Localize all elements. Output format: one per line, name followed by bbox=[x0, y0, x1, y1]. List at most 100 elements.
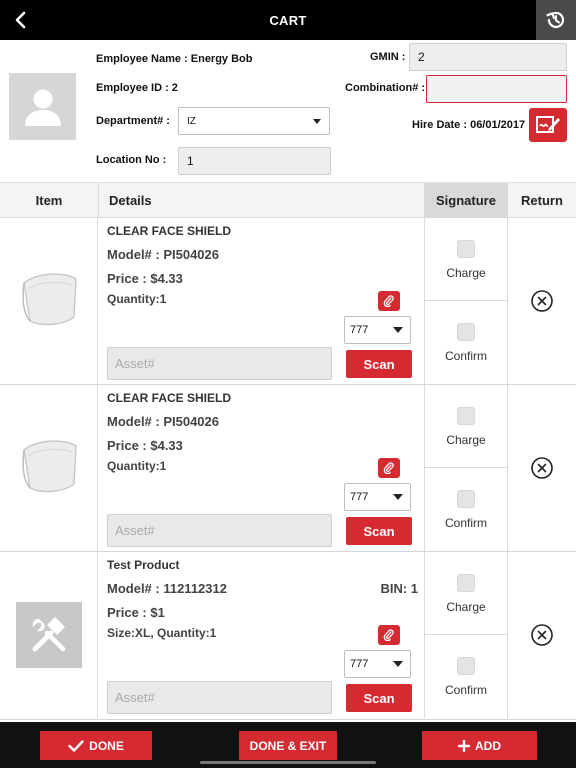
paperclip-icon bbox=[383, 629, 394, 641]
table-row: CLEAR FACE SHIELD Model# : PI504026 Pric… bbox=[0, 385, 576, 552]
face-shield-icon bbox=[21, 440, 77, 493]
item-dropdown[interactable]: 777 bbox=[344, 650, 411, 678]
item-bin: BIN: 1 bbox=[380, 581, 418, 596]
department-label: Department# : bbox=[96, 115, 170, 127]
item-model: Model# : PI504026 bbox=[107, 247, 219, 262]
item-image bbox=[0, 218, 98, 384]
done-button[interactable]: DONE bbox=[40, 731, 152, 760]
confirm-option[interactable]: Confirm bbox=[425, 301, 507, 384]
location-field[interactable]: 1 bbox=[178, 147, 331, 175]
confirm-label: Confirm bbox=[444, 516, 487, 530]
charge-label: Charge bbox=[446, 600, 486, 614]
table-header: Item Details Signature Return bbox=[0, 182, 576, 218]
home-indicator bbox=[200, 761, 376, 764]
charge-option[interactable]: Charge bbox=[425, 218, 507, 301]
history-button[interactable] bbox=[536, 0, 576, 40]
item-name: CLEAR FACE SHIELD bbox=[107, 391, 232, 405]
employee-panel: Employee Name : Energy Bob Employee ID :… bbox=[0, 40, 576, 182]
charge-checkbox[interactable] bbox=[457, 407, 475, 425]
charge-label: Charge bbox=[446, 433, 486, 447]
item-model: Model# : 112112312 bbox=[107, 581, 227, 596]
item-price: Price : $1 bbox=[107, 605, 165, 620]
charge-option[interactable]: Charge bbox=[425, 552, 507, 635]
asset-input[interactable]: Asset# bbox=[107, 347, 332, 380]
item-dropdown[interactable]: 777 bbox=[344, 483, 411, 511]
item-name: Test Product bbox=[107, 558, 180, 572]
paperclip-icon bbox=[383, 295, 394, 307]
charge-checkbox[interactable] bbox=[457, 240, 475, 258]
done-exit-label: DONE & EXIT bbox=[249, 738, 327, 753]
table-row: CLEAR FACE SHIELD Model# : PI504026 Pric… bbox=[0, 218, 576, 385]
caret-down-icon bbox=[313, 118, 321, 124]
charge-option[interactable]: Charge bbox=[425, 385, 507, 468]
item-details: CLEAR FACE SHIELD Model# : PI504026 Pric… bbox=[98, 218, 424, 384]
tools-placeholder bbox=[15, 602, 82, 668]
table-row: Test Product Model# : 112112312 BIN: 1 P… bbox=[0, 552, 576, 720]
department-select[interactable]: IZ bbox=[178, 107, 330, 135]
signature-cell: Charge Confirm bbox=[424, 385, 508, 551]
history-icon bbox=[546, 11, 565, 29]
caret-down-icon bbox=[393, 494, 403, 500]
return-cell bbox=[508, 218, 576, 384]
return-cell bbox=[508, 552, 576, 718]
top-bar: CART bbox=[0, 0, 576, 40]
gmin-label: GMIN : bbox=[370, 51, 406, 63]
signature-cell: Charge Confirm bbox=[424, 552, 508, 718]
item-dropdown-value: 777 bbox=[350, 324, 369, 336]
charge-label: Charge bbox=[446, 266, 486, 280]
avatar bbox=[9, 73, 76, 140]
item-quantity: Size:XL, Quantity:1 bbox=[107, 626, 217, 640]
gmin-field[interactable]: 2 bbox=[409, 43, 567, 71]
add-button[interactable]: ADD bbox=[422, 731, 537, 760]
confirm-checkbox[interactable] bbox=[457, 490, 475, 508]
item-image bbox=[0, 385, 98, 551]
plus-icon bbox=[458, 739, 470, 752]
item-dropdown[interactable]: 777 bbox=[344, 316, 411, 344]
remove-circle-icon[interactable] bbox=[530, 623, 554, 647]
caret-down-icon bbox=[393, 661, 403, 667]
item-details: CLEAR FACE SHIELD Model# : PI504026 Pric… bbox=[98, 385, 424, 551]
column-item: Item bbox=[35, 193, 63, 208]
employee-name: Employee Name : Energy Bob bbox=[96, 53, 253, 65]
column-signature: Signature bbox=[424, 183, 508, 218]
paperclip-icon bbox=[383, 462, 394, 474]
confirm-checkbox[interactable] bbox=[457, 657, 475, 675]
confirm-option[interactable]: Confirm bbox=[425, 468, 507, 551]
asset-input[interactable]: Asset# bbox=[107, 514, 332, 547]
scan-button[interactable]: Scan bbox=[346, 517, 412, 545]
item-quantity: Quantity:1 bbox=[107, 459, 167, 473]
confirm-option[interactable]: Confirm bbox=[425, 635, 507, 718]
charge-checkbox[interactable] bbox=[457, 574, 475, 592]
department-value: IZ bbox=[187, 115, 196, 127]
scan-button[interactable]: Scan bbox=[346, 684, 412, 712]
item-price: Price : $4.33 bbox=[107, 271, 183, 286]
remove-circle-icon[interactable] bbox=[530, 289, 554, 313]
remove-circle-icon[interactable] bbox=[530, 456, 554, 480]
combination-field[interactable] bbox=[426, 75, 567, 103]
item-quantity: Quantity:1 bbox=[107, 292, 167, 306]
confirm-label: Confirm bbox=[444, 683, 487, 697]
user-icon bbox=[24, 89, 61, 126]
item-dropdown-value: 777 bbox=[350, 491, 369, 503]
signature-cell: Charge Confirm bbox=[424, 218, 508, 384]
item-details: Test Product Model# : 112112312 BIN: 1 P… bbox=[98, 552, 424, 718]
item-dropdown-value: 777 bbox=[350, 658, 369, 670]
return-cell bbox=[508, 385, 576, 551]
tools-icon bbox=[32, 617, 65, 652]
attach-button[interactable] bbox=[378, 291, 400, 311]
employee-id: Employee ID : 2 bbox=[96, 82, 178, 94]
done-exit-button[interactable]: DONE & EXIT bbox=[239, 731, 337, 760]
combination-label: Combination# : bbox=[345, 82, 426, 94]
attach-button[interactable] bbox=[378, 625, 400, 645]
column-details: Details bbox=[98, 183, 424, 218]
signature-button[interactable] bbox=[529, 108, 567, 142]
face-shield-icon bbox=[21, 273, 77, 326]
scan-button[interactable]: Scan bbox=[346, 350, 412, 378]
hire-date: Hire Date : 06/01/2017 bbox=[412, 119, 526, 131]
attach-button[interactable] bbox=[378, 458, 400, 478]
add-label: ADD bbox=[475, 738, 501, 753]
confirm-checkbox[interactable] bbox=[457, 323, 475, 341]
asset-input[interactable]: Asset# bbox=[107, 681, 332, 714]
page-title: CART bbox=[269, 13, 307, 28]
item-price: Price : $4.33 bbox=[107, 438, 183, 453]
